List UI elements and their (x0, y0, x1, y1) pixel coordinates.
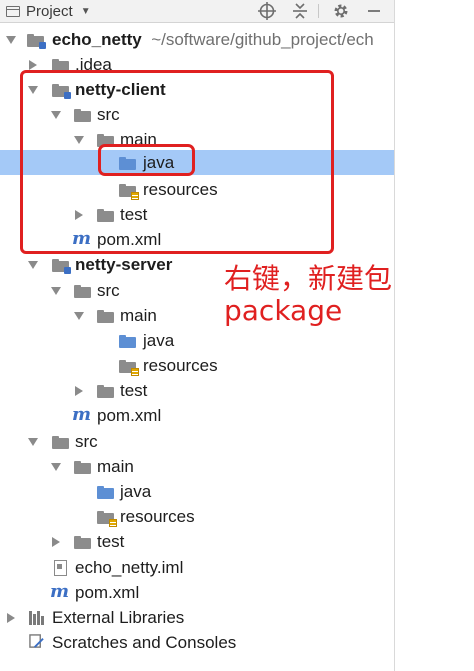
tree-node-iml[interactable]: echo_netty.iml (0, 555, 394, 580)
chevron-down-icon: ▼ (80, 5, 91, 17)
expand-arrow-icon[interactable] (50, 536, 62, 548)
gear-icon[interactable] (329, 0, 353, 22)
expand-arrow-icon[interactable] (50, 461, 62, 473)
root-src-label: src (75, 431, 98, 451)
server-pom-label: pom.xml (97, 405, 162, 425)
folder-icon (74, 459, 92, 475)
folder-icon (74, 534, 92, 550)
tree-node-server-resources[interactable]: resources (0, 353, 394, 378)
resources-folder-icon (97, 509, 117, 527)
maven-icon: m (72, 404, 92, 425)
netty-server-label: netty-server (75, 254, 173, 274)
tree-node-root-pom[interactable]: m pom.xml (0, 580, 394, 605)
expand-arrow-icon[interactable] (27, 59, 39, 71)
folder-icon (52, 434, 70, 450)
root-main-label: main (97, 456, 134, 476)
tree-node-server-test[interactable]: test (0, 378, 394, 403)
resources-folder-icon (119, 358, 139, 376)
server-main-label: main (120, 305, 157, 325)
project-pane-icon (6, 5, 20, 17)
project-toolbar: Project ▼ (0, 0, 394, 23)
annotation-text-line1: 右键，新建包 (224, 262, 393, 295)
root-name: echo_netty (52, 29, 142, 49)
root-pom-label: pom.xml (75, 582, 140, 602)
tree-node-server-pom[interactable]: m pom.xml (0, 403, 394, 428)
iml-file-icon (54, 560, 72, 576)
expand-arrow-icon[interactable] (73, 385, 85, 397)
expand-arrow-icon[interactable] (27, 259, 39, 271)
panel-divider (394, 0, 395, 671)
maven-icon: m (50, 581, 70, 602)
collapse-all-icon[interactable] (288, 0, 312, 22)
tree-node-root-java[interactable]: java (0, 479, 394, 504)
crosshair-icon[interactable] (255, 0, 279, 22)
pane-title: Project (26, 2, 73, 20)
tree-node-root-resources[interactable]: resources (0, 504, 394, 529)
server-test-label: test (120, 380, 148, 400)
library-icon (29, 609, 47, 625)
external-libraries-label: External Libraries (52, 607, 185, 627)
tree-node-external-libraries[interactable]: External Libraries (0, 605, 394, 630)
expand-arrow-icon[interactable] (73, 310, 85, 322)
project-view-dropdown[interactable]: Project ▼ (6, 1, 91, 21)
annotation-text-line2: package (224, 294, 343, 327)
tree-node-root-src[interactable]: src (0, 429, 394, 454)
annotation-outline-java (98, 144, 195, 176)
iml-label: echo_netty.iml (75, 557, 184, 577)
root-resources-label: resources (120, 506, 195, 526)
module-folder-icon (27, 32, 46, 49)
toolbar-separator (318, 4, 319, 18)
folder-icon (97, 308, 115, 324)
server-java-label: java (143, 330, 175, 350)
tree-node-root-main[interactable]: main (0, 454, 394, 479)
scratches-icon (29, 634, 47, 650)
expand-arrow-icon[interactable] (27, 436, 39, 448)
expand-arrow-icon[interactable] (50, 285, 62, 297)
server-resources-label: resources (143, 355, 218, 375)
tree-node-root-test[interactable]: test (0, 529, 394, 554)
expand-arrow-icon[interactable] (5, 612, 17, 624)
tree-node-root[interactable]: echo_netty ~/software/github_project/ech (0, 27, 394, 52)
expand-arrow-icon[interactable] (5, 34, 17, 46)
module-folder-icon (52, 257, 71, 274)
root-test-label: test (97, 531, 125, 551)
folder-icon (97, 383, 115, 399)
tree-node-server-java[interactable]: java (0, 328, 394, 353)
minimize-icon[interactable] (362, 0, 386, 22)
source-folder-icon (119, 333, 137, 349)
root-java-label: java (120, 481, 152, 501)
root-label: echo_netty ~/software/github_project/ech (52, 30, 374, 50)
scratches-label: Scratches and Consoles (52, 632, 237, 652)
tree-node-scratches[interactable]: Scratches and Consoles (0, 630, 394, 655)
root-path: ~/software/github_project/ech (151, 29, 374, 49)
folder-icon (74, 283, 92, 299)
server-src-label: src (97, 280, 120, 300)
source-folder-icon (97, 484, 115, 500)
